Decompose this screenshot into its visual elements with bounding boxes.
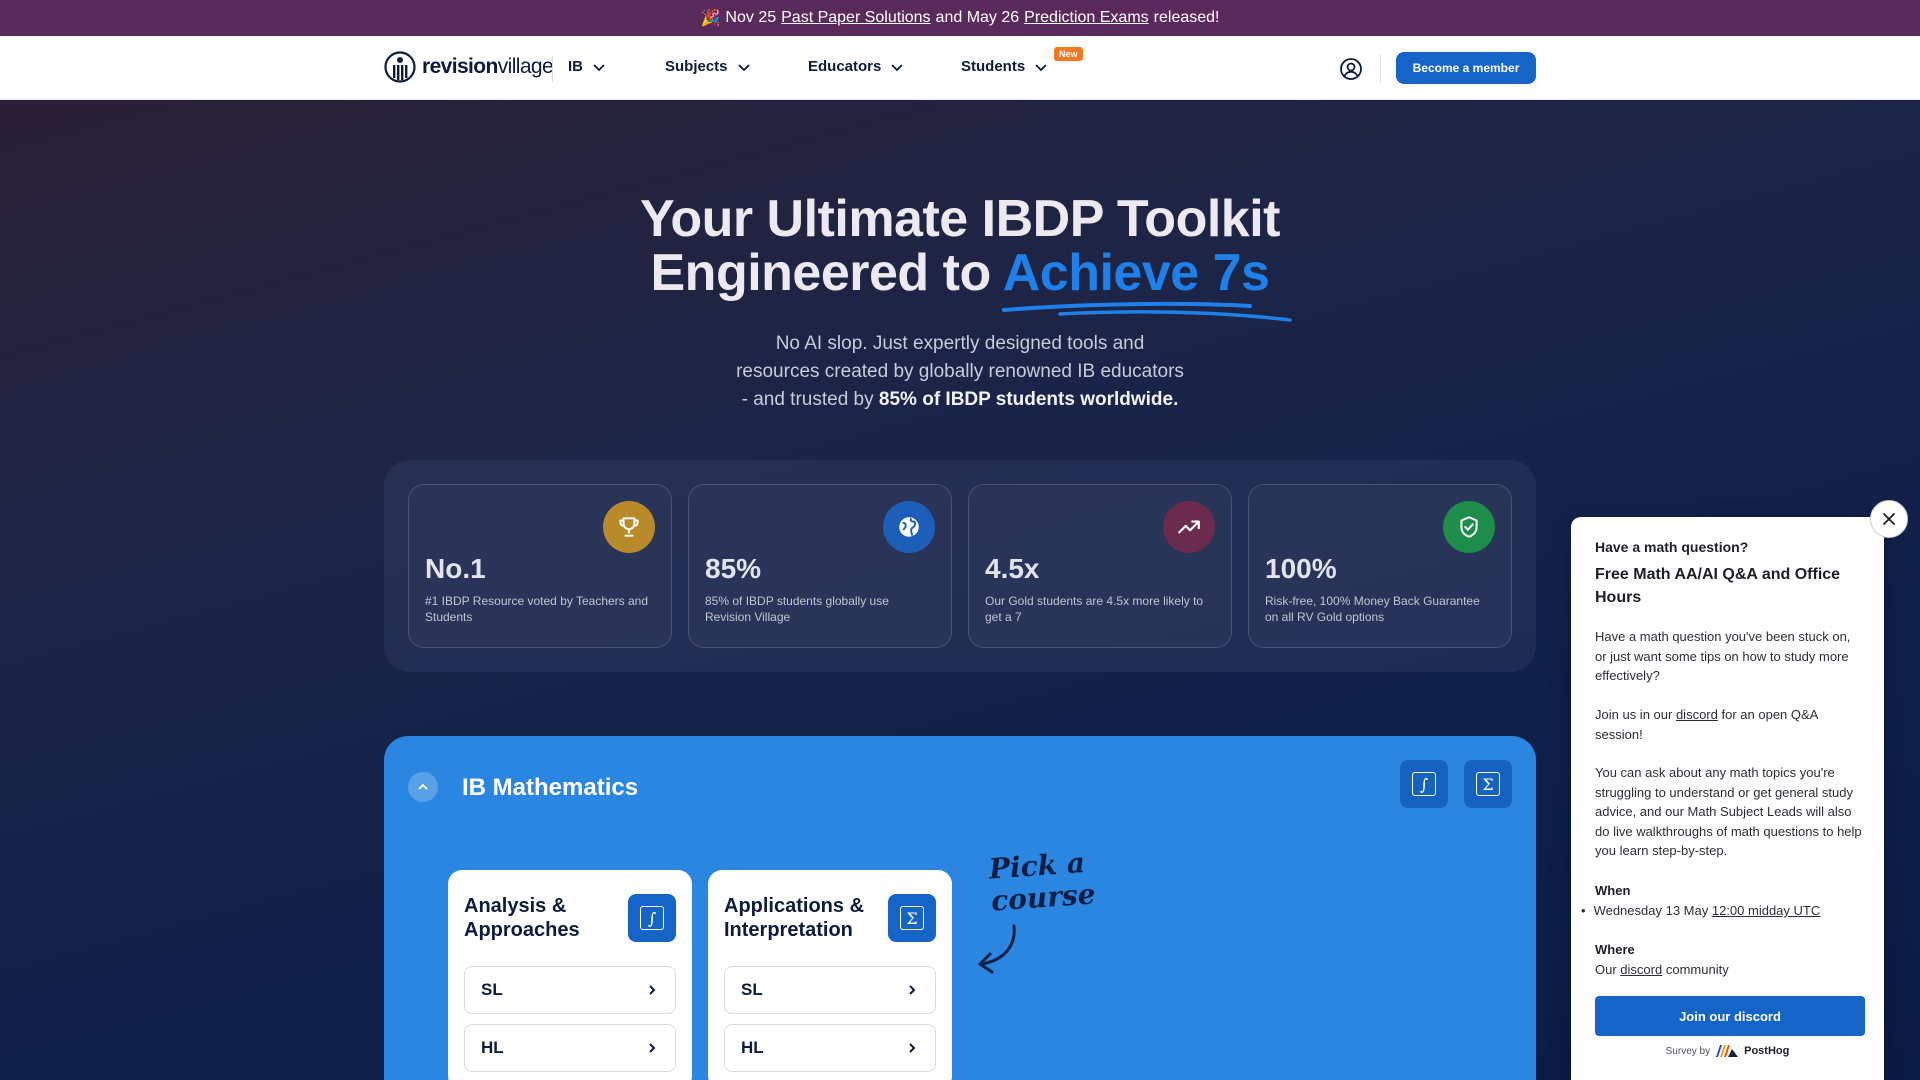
- nav-divider: [552, 56, 553, 82]
- logo-text: revisionvillage: [422, 55, 554, 78]
- integral-icon: ∫: [1412, 772, 1436, 796]
- trophy-icon: [603, 501, 655, 553]
- chevron-down-icon: [891, 63, 903, 71]
- announcement-middle: and May 26: [935, 9, 1020, 26]
- logo-mark-icon: [384, 51, 416, 83]
- discord-link[interactable]: discord: [1676, 707, 1718, 722]
- hero-title-accent: Achieve 7s: [1002, 244, 1270, 302]
- analysis-hl-button[interactable]: HL: [464, 1024, 676, 1072]
- pick-course-hint: Pick a course: [987, 846, 1097, 918]
- survey-paragraph: Join us in our discord for an open Q&A s…: [1595, 707, 1818, 742]
- chevron-down-icon: [737, 63, 750, 71]
- chevron-down-icon: [1035, 63, 1047, 71]
- curved-arrow-icon: [978, 924, 1016, 974]
- nav-divider: [1380, 54, 1381, 84]
- where-value: Our discord community: [1595, 962, 1729, 977]
- panel-title: IB Mathematics: [462, 774, 639, 801]
- ib-mathematics-panel: IB Mathematics ∫ Σ Analysis & Approaches…: [384, 736, 1536, 1080]
- stat-card-usage: 85% 85% of IBDP students globally use Re…: [688, 484, 952, 648]
- past-paper-link[interactable]: Past Paper Solutions: [781, 9, 930, 27]
- survey-title: Free Math AA/AI Q&A and Office Hours: [1595, 566, 1841, 606]
- integral-badge: ∫: [628, 894, 676, 942]
- course-title: Analysis & Approaches: [464, 895, 580, 941]
- when-value: • Wednesday 13 May 12:00 midday UTC: [1581, 903, 1821, 918]
- globe-icon: [883, 501, 935, 553]
- course-title: Applications & Interpretation: [724, 895, 865, 941]
- hero-title: Your Ultimate IBDP Toolkit Engineered to…: [640, 190, 1280, 302]
- posthog-logo-icon: [1716, 1045, 1739, 1057]
- collapse-button[interactable]: [408, 772, 438, 802]
- nav-item-students[interactable]: Students: [961, 58, 1049, 75]
- sigma-course-button[interactable]: Σ: [1464, 760, 1512, 808]
- nav-item-educators[interactable]: Educators: [808, 58, 905, 75]
- nav-item-ib[interactable]: IB: [568, 58, 607, 75]
- survey-paragraph: You can ask about any math topics you're…: [1595, 765, 1862, 858]
- survey-paragraph: Have a math question you've been stuck o…: [1595, 629, 1851, 683]
- discord-link[interactable]: discord: [1620, 962, 1662, 977]
- prediction-exams-link[interactable]: Prediction Exams: [1024, 9, 1149, 27]
- chevron-down-icon: [593, 63, 605, 71]
- chevron-right-icon: [909, 1043, 916, 1053]
- chevron-up-icon: [418, 783, 428, 790]
- course-card-analysis: Analysis & Approaches ∫ SL HL: [448, 870, 692, 1080]
- sigma-badge: Σ: [888, 894, 936, 942]
- course-card-applications: Applications & Interpretation Σ SL HL: [708, 870, 952, 1080]
- close-icon: [1883, 513, 1895, 525]
- brush-underline-icon: [1002, 301, 1292, 322]
- logo[interactable]: revisionvillage: [384, 51, 554, 83]
- sigma-icon: Σ: [1476, 772, 1500, 796]
- integral-course-button[interactable]: ∫: [1400, 760, 1448, 808]
- chevron-right-icon: [649, 1043, 656, 1053]
- applications-sl-button[interactable]: SL: [724, 966, 936, 1014]
- hero-subtitle: No AI slop. Just expertly designed tools…: [736, 333, 1184, 410]
- chevron-right-icon: [649, 985, 656, 995]
- stat-card-rank: No.1 #1 IBDP Resource voted by Teachers …: [408, 484, 672, 648]
- when-label: When: [1595, 883, 1631, 898]
- shield-check-icon: [1443, 501, 1495, 553]
- applications-hl-button[interactable]: HL: [724, 1024, 936, 1072]
- analysis-sl-button[interactable]: SL: [464, 966, 676, 1014]
- top-nav: revisionvillage IB Subjects Educators St…: [0, 36, 1920, 100]
- where-label: Where: [1595, 942, 1635, 957]
- new-badge: New: [1054, 47, 1083, 61]
- survey-question: Have a math question?: [1595, 539, 1749, 555]
- stats-container: No.1 #1 IBDP Resource voted by Teachers …: [384, 460, 1536, 672]
- join-discord-button[interactable]: Join our discord: [1595, 996, 1865, 1036]
- time-link[interactable]: 12:00 midday UTC: [1712, 903, 1820, 918]
- survey-footer: Survey by PostHog: [1665, 1045, 1790, 1057]
- survey-popup: Have a math question? Free Math AA/AI Q&…: [1571, 517, 1884, 1080]
- close-survey-button[interactable]: [1870, 500, 1908, 538]
- announcement-bar: 🎉 Nov 25 Past Paper Solutions and May 26…: [0, 0, 1920, 36]
- party-emoji: 🎉: [700, 10, 721, 27]
- announcement-suffix: released!: [1153, 9, 1220, 26]
- chevron-right-icon: [909, 985, 916, 995]
- user-account-icon[interactable]: [1339, 57, 1363, 81]
- integral-icon: ∫: [640, 906, 664, 930]
- announcement-prefix: Nov 25: [725, 9, 777, 26]
- nav-item-subjects[interactable]: Subjects: [665, 58, 752, 75]
- stat-card-likelihood: 4.5x Our Gold students are 4.5x more lik…: [968, 484, 1232, 648]
- sigma-icon: Σ: [900, 906, 924, 930]
- become-member-button[interactable]: Become a member: [1396, 52, 1536, 84]
- stat-card-guarantee: 100% Risk-free, 100% Money Back Guarante…: [1248, 484, 1512, 648]
- trend-up-icon: [1163, 501, 1215, 553]
